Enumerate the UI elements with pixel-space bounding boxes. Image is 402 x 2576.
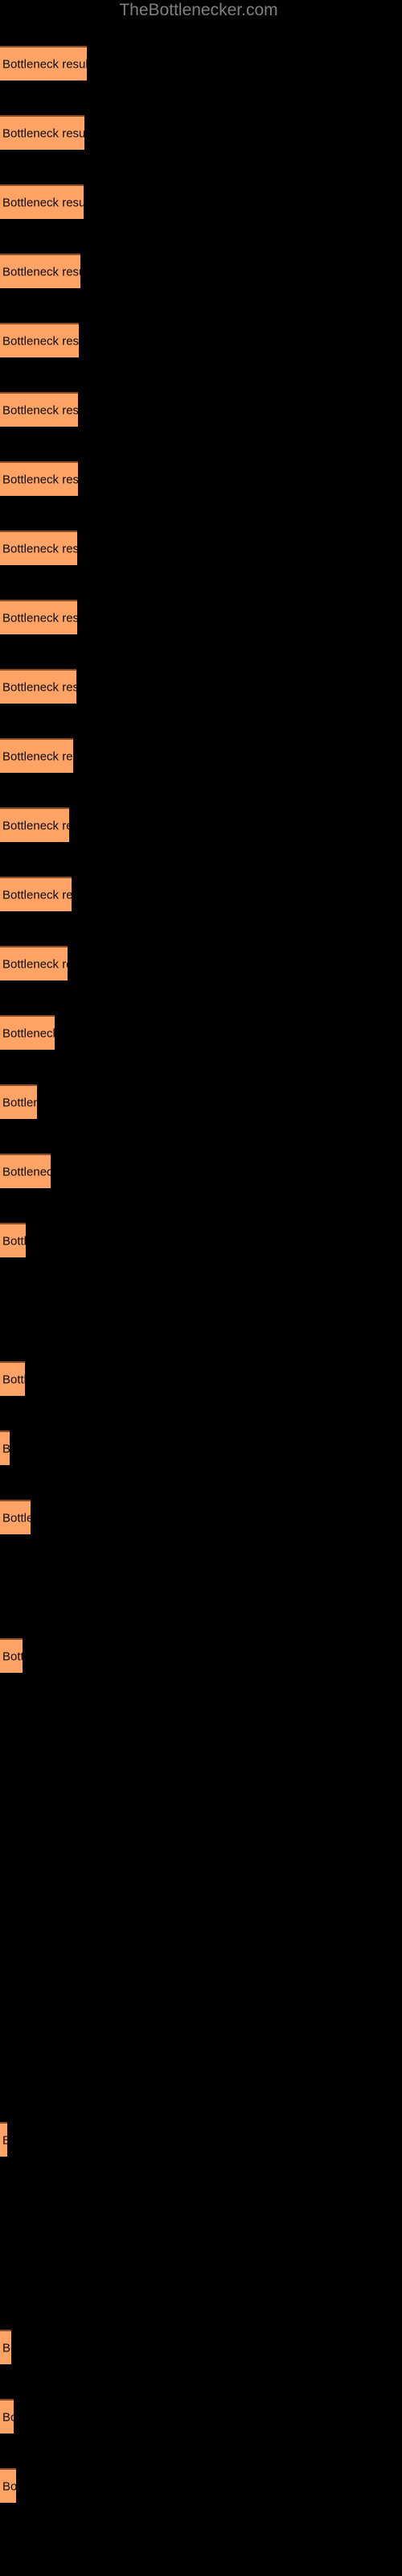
bar[interactable]: Bottleneck result — [0, 946, 68, 980]
bar[interactable]: Bottleneck result — [0, 1015, 55, 1050]
bar[interactable]: Bottleneck result — [0, 2468, 16, 2503]
bar-label: Bottleneck result — [2, 542, 77, 555]
bar-label: Bottleneck result — [2, 1096, 37, 1109]
bar-label: Bottleneck result — [2, 265, 80, 279]
bar-row: Bottleneck result — [0, 392, 78, 427]
bar-label: Bottleneck result — [2, 819, 69, 832]
bar-label: Bottleneck result — [2, 1511, 31, 1525]
bar-row: Bottleneck result — [0, 2399, 14, 2434]
bar[interactable]: Bottleneck result — [0, 807, 69, 842]
bar[interactable]: Bottleneck result — [0, 323, 79, 357]
bar[interactable]: Bottleneck result — [0, 1500, 31, 1534]
bar-row: Bottleneck result — [0, 1223, 26, 1257]
bar-label: Bottleneck result — [2, 2479, 16, 2493]
bar[interactable]: Bottleneck result — [0, 1154, 51, 1188]
bar[interactable]: Bottleneck result — [0, 392, 78, 427]
bar-row: Bottleneck result — [0, 1638, 23, 1673]
bar-row: Bottleneck result — [0, 115, 84, 150]
bar-label: Bottleneck result — [2, 1234, 26, 1248]
bar[interactable]: Bottleneck result — [0, 1084, 37, 1119]
bar-row: Bottleneck result — [0, 1015, 55, 1050]
bar[interactable]: Bottleneck result — [0, 115, 84, 150]
bar[interactable]: Bottleneck result — [0, 461, 78, 496]
bar-label: Bottleneck result — [2, 126, 84, 140]
bar[interactable]: Bottleneck result — [0, 254, 80, 288]
bottleneck-bar-chart: Bottleneck result Bottleneck result Bottle… — [0, 0, 402, 2576]
bar-row: Bottleneck result — [0, 946, 68, 980]
bar[interactable]: Bottleneck result — [0, 1223, 26, 1257]
bar[interactable]: Bottleneck result — [0, 2330, 11, 2364]
bar-label: Bottleneck result — [2, 473, 78, 486]
bar-label: Bottleneck result — [2, 888, 72, 902]
bar-row: Bottleneck result — [0, 530, 77, 565]
bar-row: Bottleneck result — [0, 600, 77, 634]
bar-label: Bottleneck result — [2, 680, 76, 694]
bar-row: Bottleneck result — [0, 2330, 11, 2364]
bar-row: Bottleneck result — [0, 323, 79, 357]
bar-label: Bottleneck result — [2, 2410, 14, 2424]
bar[interactable]: Bottleneck result — [0, 600, 77, 634]
bar[interactable]: Bottleneck result — [0, 2122, 7, 2157]
bar-label: Bottleneck result — [2, 749, 73, 763]
bar-label: Bottleneck result — [2, 57, 87, 71]
bar[interactable]: Bottleneck result — [0, 184, 84, 219]
bar-row: Bottleneck result — [0, 877, 72, 911]
bar[interactable]: Bottleneck result — [0, 530, 77, 565]
bar-row: Bottleneck result — [0, 2122, 7, 2157]
bar-row: Bottleneck result — [0, 669, 76, 704]
bar-label: Bottleneck result — [2, 957, 68, 971]
bar[interactable]: Bottleneck result — [0, 2399, 14, 2434]
bar-row: Bottleneck result — [0, 1430, 10, 1465]
bar-label: Bottleneck result — [2, 1165, 51, 1179]
bar-label: Bottleneck result — [2, 403, 78, 417]
bar-row: Bottleneck result — [0, 738, 73, 773]
bar-row: Bottleneck result — [0, 807, 69, 842]
bar-label: Bottleneck result — [2, 1026, 55, 1040]
bar-label: Bottleneck result — [2, 611, 77, 625]
bar-row: Bottleneck result — [0, 1500, 31, 1534]
bar[interactable]: Bottleneck result — [0, 46, 87, 80]
bar[interactable]: Bottleneck result — [0, 738, 73, 773]
bar-row: Bottleneck result — [0, 1154, 51, 1188]
bar-label: Bottleneck result — [2, 196, 84, 209]
bar[interactable]: Bottleneck result — [0, 669, 76, 704]
bar-row: Bottleneck result — [0, 1084, 37, 1119]
bar-label: Bottleneck result — [2, 1442, 10, 1455]
bar[interactable]: Bottleneck result — [0, 1361, 25, 1396]
bar-row: Bottleneck result — [0, 184, 84, 219]
bar-row: Bottleneck result — [0, 46, 87, 80]
bar[interactable]: Bottleneck result — [0, 1430, 10, 1465]
bar-row: Bottleneck result — [0, 254, 80, 288]
bar-label: Bottleneck result — [2, 2133, 7, 2147]
bar-row: Bottleneck result — [0, 2468, 16, 2503]
bar-row: Bottleneck result — [0, 1361, 25, 1396]
bar[interactable]: Bottleneck result — [0, 1638, 23, 1673]
bar-row: Bottleneck result — [0, 461, 78, 496]
bar-label: Bottleneck result — [2, 2341, 11, 2355]
bar-label: Bottleneck result — [2, 1649, 23, 1663]
bar-label: Bottleneck result — [2, 1373, 25, 1386]
bar-label: Bottleneck result — [2, 334, 79, 348]
bar[interactable]: Bottleneck result — [0, 877, 72, 911]
